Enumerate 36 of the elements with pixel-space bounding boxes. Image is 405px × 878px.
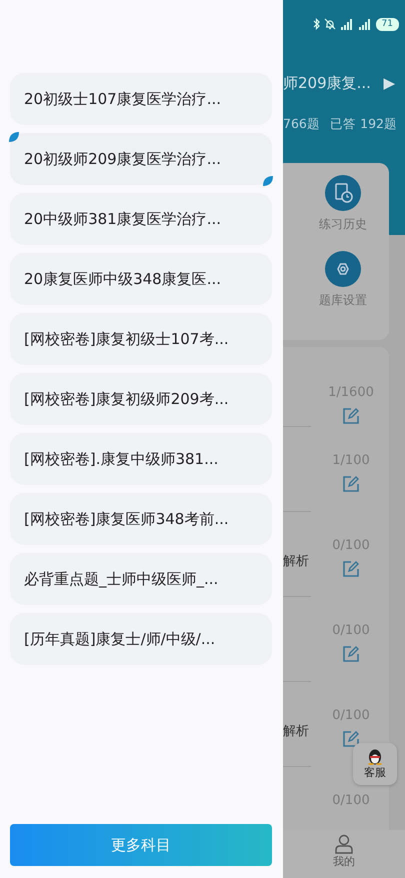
tool-label: 练习历史 xyxy=(319,216,367,234)
bell-off-icon xyxy=(324,18,336,30)
customer-service-button[interactable]: 客服 xyxy=(353,743,397,785)
subject-item[interactable]: [网校密卷]康复初级师209考... xyxy=(10,373,272,425)
tool-label: 题库设置 xyxy=(319,292,367,310)
subject-item[interactable]: [历年真题]康复士/师/中级/... xyxy=(10,613,272,665)
subject-item[interactable]: 必背重点题_士师中级医师_... xyxy=(10,553,272,605)
penguin-icon xyxy=(367,746,383,765)
leaf-icon xyxy=(8,131,20,143)
edit-icon[interactable] xyxy=(342,406,360,425)
arrow-icon[interactable]: ▶ xyxy=(383,72,395,94)
answered-count: 已答 192题 xyxy=(330,114,397,132)
subject-item[interactable]: 20中级师381康复医学治疗... xyxy=(10,193,272,245)
nav-tab[interactable]: 我的 xyxy=(333,834,355,878)
edit-icon[interactable] xyxy=(342,474,360,493)
bluetooth-icon xyxy=(312,18,320,30)
person-icon xyxy=(334,834,354,854)
subject-title: 师209康复... xyxy=(283,73,371,94)
signal-icon xyxy=(358,18,372,30)
leaf-icon xyxy=(262,175,274,187)
subject-item[interactable]: [网校密卷].康复中级师381... xyxy=(10,433,272,485)
subject-item[interactable]: 20初级师209康复医学治疗... xyxy=(10,133,272,185)
row-text: 解析 xyxy=(283,553,310,572)
battery-level: 71 xyxy=(376,18,399,30)
total-count: 766题 xyxy=(283,114,320,132)
signal-icon xyxy=(340,18,354,30)
history-icon[interactable] xyxy=(325,175,361,212)
subject-item[interactable]: 20初级士107康复医学治疗... xyxy=(10,73,272,125)
edit-icon[interactable] xyxy=(342,644,360,663)
subject-item[interactable]: [网校密卷]康复医师348考前... xyxy=(10,493,272,545)
edit-icon[interactable] xyxy=(342,730,360,748)
settings-icon[interactable] xyxy=(325,251,361,288)
subject-item[interactable]: [网校密卷]康复初级士107考... xyxy=(10,313,272,365)
edit-icon[interactable] xyxy=(342,560,360,578)
row-text: 解析 xyxy=(283,723,310,742)
subject-item[interactable]: 20康复医师中级348康复医... xyxy=(10,253,272,305)
